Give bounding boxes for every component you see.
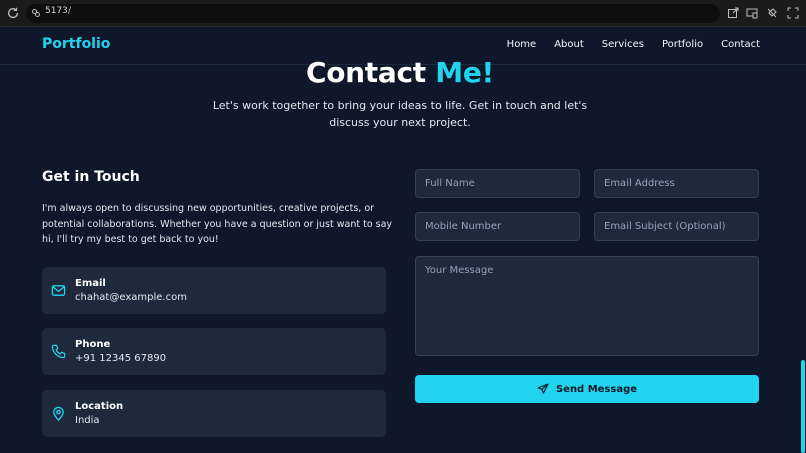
page-title-accent: Me! [435, 56, 495, 89]
nav-link-about[interactable]: About [554, 39, 584, 50]
extensions-icon[interactable] [766, 7, 778, 19]
nav-link-services[interactable]: Services [602, 39, 644, 50]
contact-card-phone: Phone +91 12345 67890 [42, 328, 386, 375]
message-textarea[interactable] [415, 256, 759, 356]
contact-card-location: Location India [42, 390, 386, 437]
fullscreen-icon[interactable] [787, 7, 799, 19]
scrollbar-thumb[interactable] [801, 360, 805, 453]
get-in-touch-text: I'm always open to discussing new opport… [42, 203, 393, 245]
open-external-icon[interactable] [727, 7, 739, 19]
nav-link-portfolio[interactable]: Portfolio [662, 39, 703, 50]
get-in-touch-heading: Get in Touch [42, 169, 140, 185]
send-message-label: Send Message [555, 383, 638, 395]
brand-logo[interactable]: Portfolio [42, 36, 110, 52]
full-name-input[interactable] [415, 169, 580, 198]
cast-icon[interactable] [746, 7, 758, 19]
contact-card-value: India [75, 415, 100, 426]
page-subtitle: Let's work together to bring your ideas … [212, 99, 588, 129]
address-bar[interactable] [26, 4, 720, 23]
site-settings-icon[interactable] [31, 8, 41, 18]
phone-icon [51, 344, 66, 359]
contact-card-label: Email [75, 278, 106, 289]
subject-input[interactable] [594, 212, 759, 241]
nav-link-home[interactable]: Home [507, 39, 537, 50]
page-title: Contact Me! [0, 56, 800, 89]
contact-card-label: Location [75, 401, 124, 412]
contact-card-label: Phone [75, 339, 111, 350]
mobile-input[interactable] [415, 212, 580, 241]
url-path: / [68, 6, 72, 16]
contact-card-email: Email chahat@example.com [42, 267, 386, 314]
location-pin-icon [53, 406, 64, 421]
mail-icon [51, 285, 66, 296]
nav-link-contact[interactable]: Contact [721, 39, 760, 50]
send-message-button[interactable]: Send Message [415, 375, 759, 403]
page-title-main: Contact [305, 56, 426, 89]
url-host-port: 5173 [45, 6, 68, 16]
nav-links: Home About Services Portfolio Contact [507, 39, 760, 50]
browser-toolbar: 5173 / [0, 0, 806, 27]
send-icon [537, 383, 549, 394]
reload-icon[interactable] [6, 6, 20, 20]
email-input[interactable] [594, 169, 759, 198]
contact-card-value: +91 12345 67890 [75, 353, 167, 364]
contact-card-value: chahat@example.com [75, 292, 187, 303]
